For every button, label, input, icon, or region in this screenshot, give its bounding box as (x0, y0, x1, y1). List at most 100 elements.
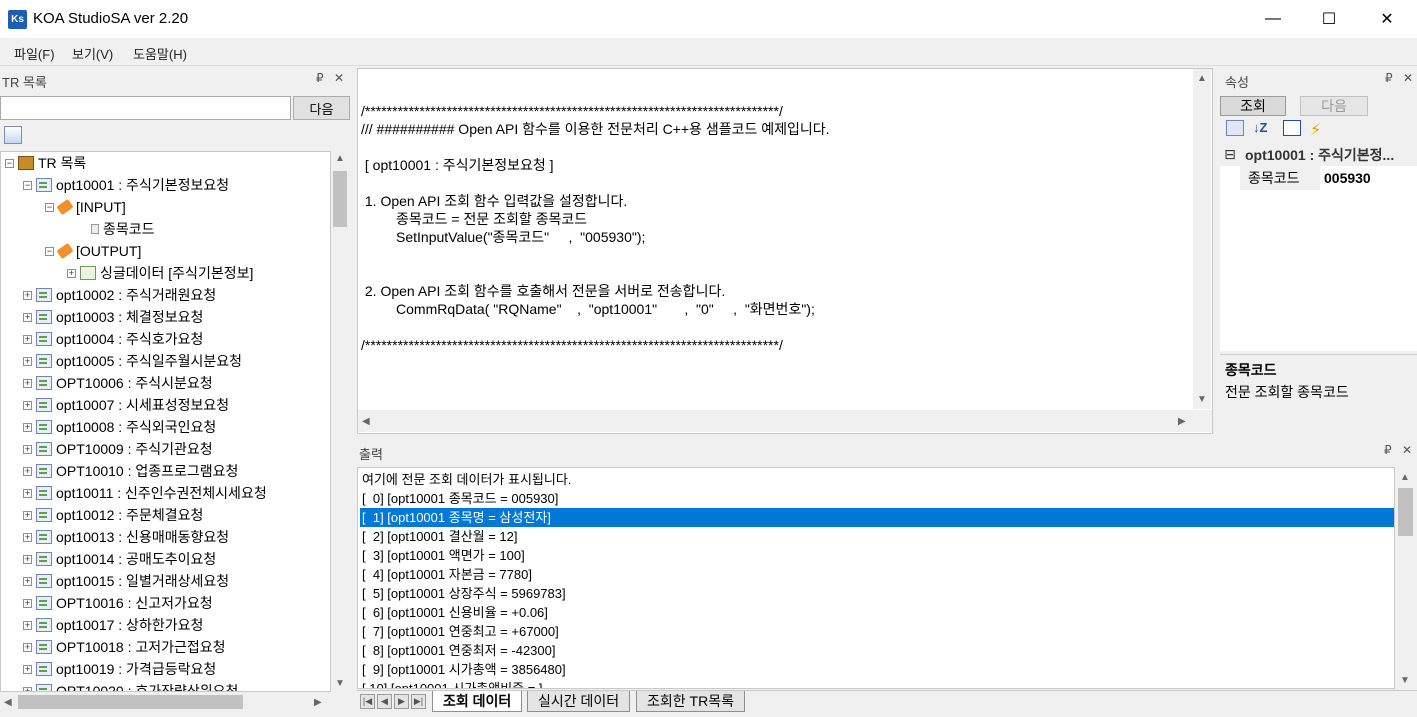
tree-input-field[interactable]: 종목코드 (91, 218, 155, 240)
expand-icon[interactable]: + (23, 290, 32, 300)
expand-icon[interactable]: + (23, 510, 32, 520)
scroll-left-icon[interactable]: ◀ (4, 697, 12, 708)
scroll-right-icon[interactable]: ▶ (314, 697, 322, 708)
events-icon[interactable]: ⚡ (1310, 120, 1328, 139)
output-row[interactable]: 여기에 전문 조회 데이터가 표시됩니다. (360, 470, 1394, 489)
tree-output-block[interactable]: + 싱글데이터 [주식기본정보] (67, 262, 253, 284)
expand-icon[interactable]: + (23, 598, 32, 608)
tree-item[interactable]: + opt10019 : 가격급등락요청 (23, 658, 216, 680)
expand-icon[interactable]: + (23, 444, 32, 454)
property-name[interactable]: 종목코드 (1240, 166, 1320, 190)
tr-tree[interactable]: − TR 목록 − opt10001 : 주식기본정보요청 − [INPUT] … (0, 151, 331, 692)
expand-icon[interactable]: + (23, 466, 32, 476)
tr-search-input[interactable] (0, 96, 291, 120)
categorized-icon[interactable] (1226, 120, 1244, 136)
expand-icon[interactable]: + (23, 334, 32, 344)
tree-item[interactable]: + opt10014 : 공매도추이요청 (23, 548, 216, 570)
tree-root[interactable]: − TR 목록 (5, 152, 86, 174)
tree-item[interactable]: + opt10013 : 신용매매동향요청 (23, 526, 229, 548)
property-value[interactable]: 005930 (1321, 166, 1417, 190)
tree-item[interactable]: + opt10012 : 주문체결요청 (23, 504, 203, 526)
expand-icon[interactable]: + (23, 642, 32, 652)
close-icon[interactable]: ✕ (1403, 71, 1413, 85)
tree-item[interactable]: + opt10005 : 주식일주월시분요청 (23, 350, 242, 372)
scroll-up-icon[interactable]: ▲ (1197, 73, 1207, 84)
expand-icon[interactable]: + (23, 532, 32, 542)
expand-icon[interactable]: + (23, 664, 32, 674)
output-row[interactable]: [ 4] [opt10001 자본금 = 7780] (360, 565, 1394, 584)
tr-next-button[interactable]: 다음 (293, 96, 350, 120)
next-tab-icon[interactable]: ▶ (394, 694, 409, 709)
menu-view[interactable]: 보기(V) (72, 44, 113, 63)
scroll-right-icon[interactable]: ▶ (1178, 416, 1186, 427)
pin-icon[interactable]: ₽ (1385, 71, 1393, 85)
scroll-up-icon[interactable]: ▲ (1400, 472, 1410, 483)
prev-tab-icon[interactable]: ◀ (377, 694, 392, 709)
tree-hscroll-thumb[interactable] (18, 695, 243, 709)
tree-item[interactable]: + opt10002 : 주식거래원요청 (23, 284, 216, 306)
tree-item[interactable]: + opt10007 : 시세표성정보요청 (23, 394, 229, 416)
first-tab-icon[interactable]: |◀ (360, 694, 375, 709)
collapse-icon[interactable]: − (23, 180, 32, 190)
scroll-up-icon[interactable]: ▲ (335, 153, 345, 164)
tree-item[interactable]: + opt10011 : 신주인수권전체시세요청 (23, 482, 267, 504)
tree-item[interactable]: + OPT10006 : 주식시분요청 (23, 372, 213, 394)
expand-icon[interactable]: + (23, 554, 32, 564)
tab-query-data[interactable]: 조회 데이터 (432, 691, 523, 712)
tree-input-node[interactable]: − [INPUT] (45, 196, 126, 218)
maximize-button[interactable]: ☐ (1302, 0, 1356, 38)
pin-icon[interactable]: ₽ (316, 71, 324, 85)
collapse-icon[interactable]: ⊟ (1220, 146, 1240, 163)
tab-realtime-data[interactable]: 실시간 데이터 (527, 691, 631, 712)
expand-icon[interactable]: + (67, 268, 76, 278)
property-category[interactable]: ⊟ opt10001 : 주식기본정... (1220, 143, 1417, 166)
tree-output-node[interactable]: − [OUTPUT] (45, 240, 141, 262)
properties-next-button[interactable]: 다음 (1300, 96, 1368, 116)
minimize-button[interactable]: — (1246, 0, 1300, 38)
expand-icon[interactable]: + (23, 576, 32, 586)
sort-az-icon[interactable]: ↓Z (1253, 120, 1271, 136)
scroll-left-icon[interactable]: ◀ (362, 416, 370, 427)
collapse-icon[interactable]: − (45, 246, 54, 256)
expand-icon[interactable]: + (23, 378, 32, 388)
tree-item[interactable]: + OPT10010 : 업종프로그램요청 (23, 460, 238, 482)
tree-item[interactable]: + OPT10009 : 주식기관요청 (23, 438, 213, 460)
menu-help[interactable]: 도움말(H) (133, 44, 187, 63)
expand-icon[interactable]: + (23, 422, 32, 432)
output-row[interactable]: [ 2] [opt10001 결산월 = 12] (360, 527, 1394, 546)
code-horizontal-scrollbar[interactable] (358, 410, 1212, 432)
output-row[interactable]: [ 1] [opt10001 종목명 = 삼성전자] (360, 508, 1394, 527)
pin-icon[interactable]: ₽ (1384, 443, 1392, 457)
scroll-down-icon[interactable]: ▼ (335, 678, 345, 689)
menu-file[interactable]: 파일(F) (14, 44, 55, 63)
tree-item[interactable]: + opt10008 : 주식외국인요청 (23, 416, 216, 438)
output-row[interactable]: [ 10] [opt10001 시가총액비중 = ] (360, 679, 1394, 688)
tab-queried-tr-list[interactable]: 조회한 TR목록 (636, 691, 745, 712)
properties-query-button[interactable]: 조회 (1220, 96, 1286, 116)
tree-item[interactable]: + opt10017 : 상하한가요청 (23, 614, 203, 636)
output-row[interactable]: [ 9] [opt10001 시가총액 = 3856480] (360, 660, 1394, 679)
tree-item[interactable]: + OPT10020 : 호가잔량상위요청 (23, 680, 238, 691)
scroll-down-icon[interactable]: ▼ (1197, 394, 1207, 405)
code-vertical-scrollbar[interactable] (1193, 69, 1211, 409)
output-scroll-thumb[interactable] (1398, 488, 1413, 536)
close-icon[interactable]: ✕ (334, 71, 344, 85)
scroll-down-icon[interactable]: ▼ (1400, 675, 1410, 686)
expand-icon[interactable]: + (23, 356, 32, 366)
output-row[interactable]: [ 3] [opt10001 액면가 = 100] (360, 546, 1394, 565)
tree-vertical-scrollbar[interactable] (331, 151, 349, 692)
tree-item[interactable]: − opt10001 : 주식기본정보요청 (23, 174, 229, 196)
tree-item[interactable]: + OPT10016 : 신고저가요청 (23, 592, 213, 614)
collapse-icon[interactable]: − (45, 202, 54, 212)
output-row[interactable]: [ 5] [opt10001 상장주식 = 5969783] (360, 584, 1394, 603)
output-row[interactable]: [ 0] [opt10001 종목코드 = 005930] (360, 489, 1394, 508)
close-window-button[interactable]: ✕ (1360, 0, 1414, 38)
tree-item[interactable]: + opt10003 : 체결정보요청 (23, 306, 203, 328)
tree-scroll-thumb[interactable] (333, 171, 347, 227)
tree-item[interactable]: + opt10015 : 일별거래상세요청 (23, 570, 229, 592)
collapse-icon[interactable]: − (5, 158, 14, 168)
close-icon[interactable]: ✕ (1402, 443, 1412, 457)
output-row[interactable]: [ 7] [opt10001 연중최고 = +67000] (360, 622, 1394, 641)
output-list[interactable]: 여기에 전문 조회 데이터가 표시됩니다.[ 0] [opt10001 종목코드… (357, 467, 1395, 689)
output-row[interactable]: [ 6] [opt10001 신용비율 = +0.06] (360, 603, 1394, 622)
